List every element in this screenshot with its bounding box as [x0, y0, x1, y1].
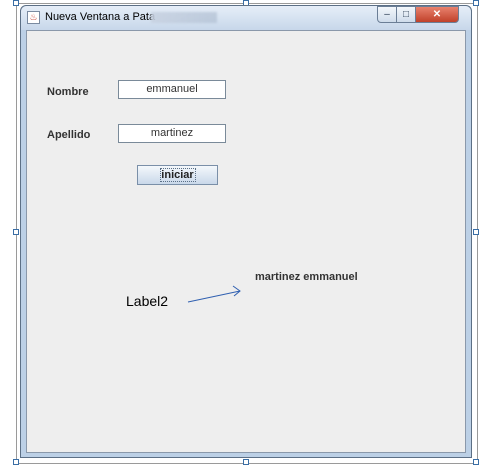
minimize-button[interactable]: –: [377, 6, 397, 23]
nombre-field[interactable]: emmanuel: [118, 80, 226, 99]
annotation-label: Label2: [126, 293, 169, 309]
annotation-arrow-line: [187, 290, 241, 303]
resize-handle-bottom-left[interactable]: [13, 459, 19, 465]
app-window: ♨ Nueva Ventana a Pata – □ ✕ Nombre emma…: [20, 5, 472, 458]
resize-handle-top-right[interactable]: [473, 0, 479, 6]
resize-handle-middle-left[interactable]: [13, 229, 19, 235]
nombre-label: Nombre: [47, 86, 89, 98]
title-bar-blur: [151, 12, 217, 23]
resize-handle-bottom-center[interactable]: [243, 459, 249, 465]
apellido-label: Apellido: [47, 129, 91, 141]
content-pane: Nombre emmanuel Apellido martinez inicia…: [26, 30, 466, 453]
maximize-button[interactable]: □: [396, 6, 416, 23]
resize-handle-middle-right[interactable]: [473, 229, 479, 235]
annotation-arrow-icon: [187, 285, 241, 303]
window-title: Nueva Ventana a Pata: [45, 11, 156, 23]
resize-handle-top-left[interactable]: [13, 0, 19, 6]
iniciar-button[interactable]: iniciar: [137, 165, 218, 185]
result-label: martinez emmanuel: [255, 271, 358, 283]
resize-handle-bottom-right[interactable]: [473, 459, 479, 465]
title-bar[interactable]: ♨ Nueva Ventana a Pata – □ ✕: [21, 6, 471, 30]
focus-indicator: [160, 168, 196, 182]
java-app-icon: ♨: [27, 11, 40, 24]
apellido-field[interactable]: martinez: [118, 124, 226, 143]
close-button[interactable]: ✕: [415, 6, 459, 23]
